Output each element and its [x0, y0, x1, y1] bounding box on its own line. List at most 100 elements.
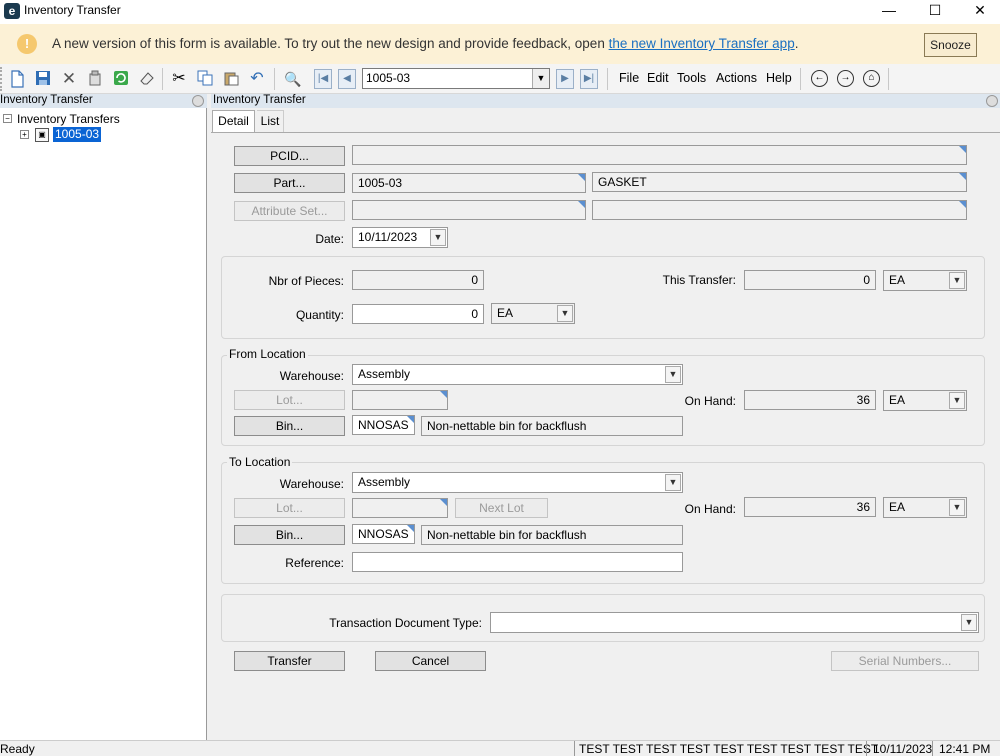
tree-panel-header: Inventory Transfer: [0, 94, 207, 108]
search-corner-icon: [407, 416, 414, 423]
chevron-down-icon[interactable]: ▼: [949, 392, 965, 409]
part-field[interactable]: 1005-03: [352, 173, 586, 193]
next-record-button[interactable]: ▶: [556, 69, 574, 89]
from-bin-button[interactable]: Bin...: [234, 416, 345, 436]
menu-actions[interactable]: Actions: [716, 71, 757, 85]
copy-icon[interactable]: [196, 70, 214, 88]
pcid-button[interactable]: PCID...: [234, 146, 345, 166]
chevron-down-icon[interactable]: ▼: [961, 614, 977, 631]
nbr-pieces-label: Nbr of Pieces:: [268, 274, 344, 288]
this-transfer-uom[interactable]: EA ▼: [883, 270, 967, 291]
from-warehouse-select[interactable]: Assembly ▼: [352, 364, 683, 385]
transfer-button[interactable]: Transfer: [234, 651, 345, 671]
from-bin-field[interactable]: NNOSAS: [352, 415, 415, 435]
to-on-hand-uom-value: EA: [889, 500, 906, 514]
minimize-button[interactable]: —: [866, 0, 912, 22]
collapse-icon[interactable]: −: [3, 114, 12, 123]
part-description-field: GASKET: [592, 172, 967, 192]
last-record-button[interactable]: ▶|: [580, 69, 598, 89]
maximize-button[interactable]: ☐: [912, 0, 958, 22]
to-lot-button[interactable]: Lot...: [234, 498, 345, 518]
attach-icon[interactable]: [86, 70, 104, 88]
pcid-field[interactable]: [352, 145, 967, 165]
chevron-down-icon[interactable]: ▼: [557, 305, 573, 322]
from-on-hand-uom[interactable]: EA ▼: [883, 390, 967, 411]
banner-suffix: .: [794, 36, 799, 51]
undo-icon[interactable]: ↶: [248, 70, 266, 88]
delete-icon[interactable]: ✕: [60, 70, 78, 88]
expand-icon[interactable]: +: [20, 130, 29, 139]
menu-help[interactable]: Help: [766, 71, 792, 85]
doc-type-label: Transaction Document Type:: [329, 616, 482, 630]
reference-input[interactable]: [352, 552, 683, 572]
banner-message: A new version of this form is available.…: [52, 36, 798, 51]
menu-file[interactable]: File: [619, 71, 639, 85]
close-button[interactable]: ✕: [957, 0, 1000, 22]
tab-detail[interactable]: Detail: [212, 110, 255, 132]
status-separator: [574, 741, 575, 756]
pin-icon[interactable]: [192, 95, 204, 107]
serial-numbers-button[interactable]: Serial Numbers...: [831, 651, 979, 671]
to-on-hand-uom[interactable]: EA ▼: [883, 497, 967, 518]
toolbar-grip: [0, 67, 4, 91]
to-bin-button[interactable]: Bin...: [234, 525, 345, 545]
pin-icon[interactable]: [986, 95, 998, 107]
transfer-record-icon: ▣: [35, 128, 49, 142]
quantity-uom[interactable]: EA ▼: [491, 303, 575, 324]
forward-icon[interactable]: →: [837, 70, 854, 87]
from-lot-button[interactable]: Lot...: [234, 390, 345, 410]
chevron-down-icon[interactable]: ▼: [665, 474, 681, 491]
toolbar-separator: [800, 68, 801, 90]
new-app-link[interactable]: the new Inventory Transfer app: [609, 36, 795, 51]
this-transfer-uom-value: EA: [889, 273, 906, 287]
back-icon[interactable]: ←: [811, 70, 828, 87]
part-value: 1005-03: [358, 176, 403, 190]
to-bin-field[interactable]: NNOSAS: [352, 524, 415, 544]
tree-root-node[interactable]: Inventory Transfers: [17, 112, 120, 126]
previous-record-button[interactable]: ◀: [338, 69, 356, 89]
search-icon[interactable]: 🔍: [284, 70, 302, 88]
tree-child-node[interactable]: 1005-03: [53, 127, 102, 142]
to-warehouse-select[interactable]: Assembly ▼: [352, 472, 683, 493]
save-icon[interactable]: [34, 70, 52, 88]
status-separator: [932, 741, 933, 756]
menu-tools[interactable]: Tools: [677, 71, 706, 85]
chevron-down-icon[interactable]: ▼: [532, 69, 549, 88]
from-bin-value: NNOSAS: [358, 418, 409, 432]
chevron-down-icon[interactable]: ▼: [949, 272, 965, 289]
toolbar-separator: [162, 68, 163, 90]
attribute-description-field: [592, 200, 967, 220]
date-picker[interactable]: 10/11/2023 ▼: [352, 227, 448, 248]
banner-text: A new version of this form is available.…: [52, 36, 609, 51]
snooze-button[interactable]: Snooze: [924, 33, 977, 57]
from-lot-field[interactable]: [352, 390, 448, 410]
cancel-button[interactable]: Cancel: [375, 651, 486, 671]
chevron-down-icon[interactable]: ▼: [949, 499, 965, 516]
part-button[interactable]: Part...: [234, 173, 345, 193]
search-corner-icon: [578, 201, 585, 208]
status-user: TEST TEST TEST TEST TEST TEST TEST TEST …: [579, 742, 879, 756]
attribute-set-button[interactable]: Attribute Set...: [234, 201, 345, 221]
to-lot-field[interactable]: [352, 498, 448, 518]
quantity-field[interactable]: 0: [352, 304, 484, 324]
refresh-icon[interactable]: [112, 70, 130, 88]
paste-icon[interactable]: [222, 70, 240, 88]
tab-list[interactable]: List: [257, 110, 284, 132]
chevron-down-icon[interactable]: ▼: [665, 366, 681, 383]
this-transfer-field: 0: [744, 270, 876, 290]
window-title: Inventory Transfer: [24, 3, 121, 17]
doc-type-select[interactable]: ▼: [490, 612, 979, 633]
nbr-pieces-field: 0: [352, 270, 484, 290]
menu-edit[interactable]: Edit: [647, 71, 669, 85]
first-record-button[interactable]: |◀: [314, 69, 332, 89]
new-icon[interactable]: [8, 70, 26, 88]
part-description: GASKET: [598, 175, 647, 189]
chevron-down-icon[interactable]: ▼: [430, 229, 446, 246]
tree-panel: [0, 94, 207, 740]
home-icon[interactable]: ⌂: [863, 70, 880, 87]
attribute-set-field[interactable]: [352, 200, 586, 220]
eraser-icon[interactable]: [138, 70, 156, 88]
next-lot-button[interactable]: Next Lot: [455, 498, 548, 518]
cut-icon[interactable]: ✂: [170, 70, 188, 88]
search-corner-icon: [440, 391, 447, 398]
